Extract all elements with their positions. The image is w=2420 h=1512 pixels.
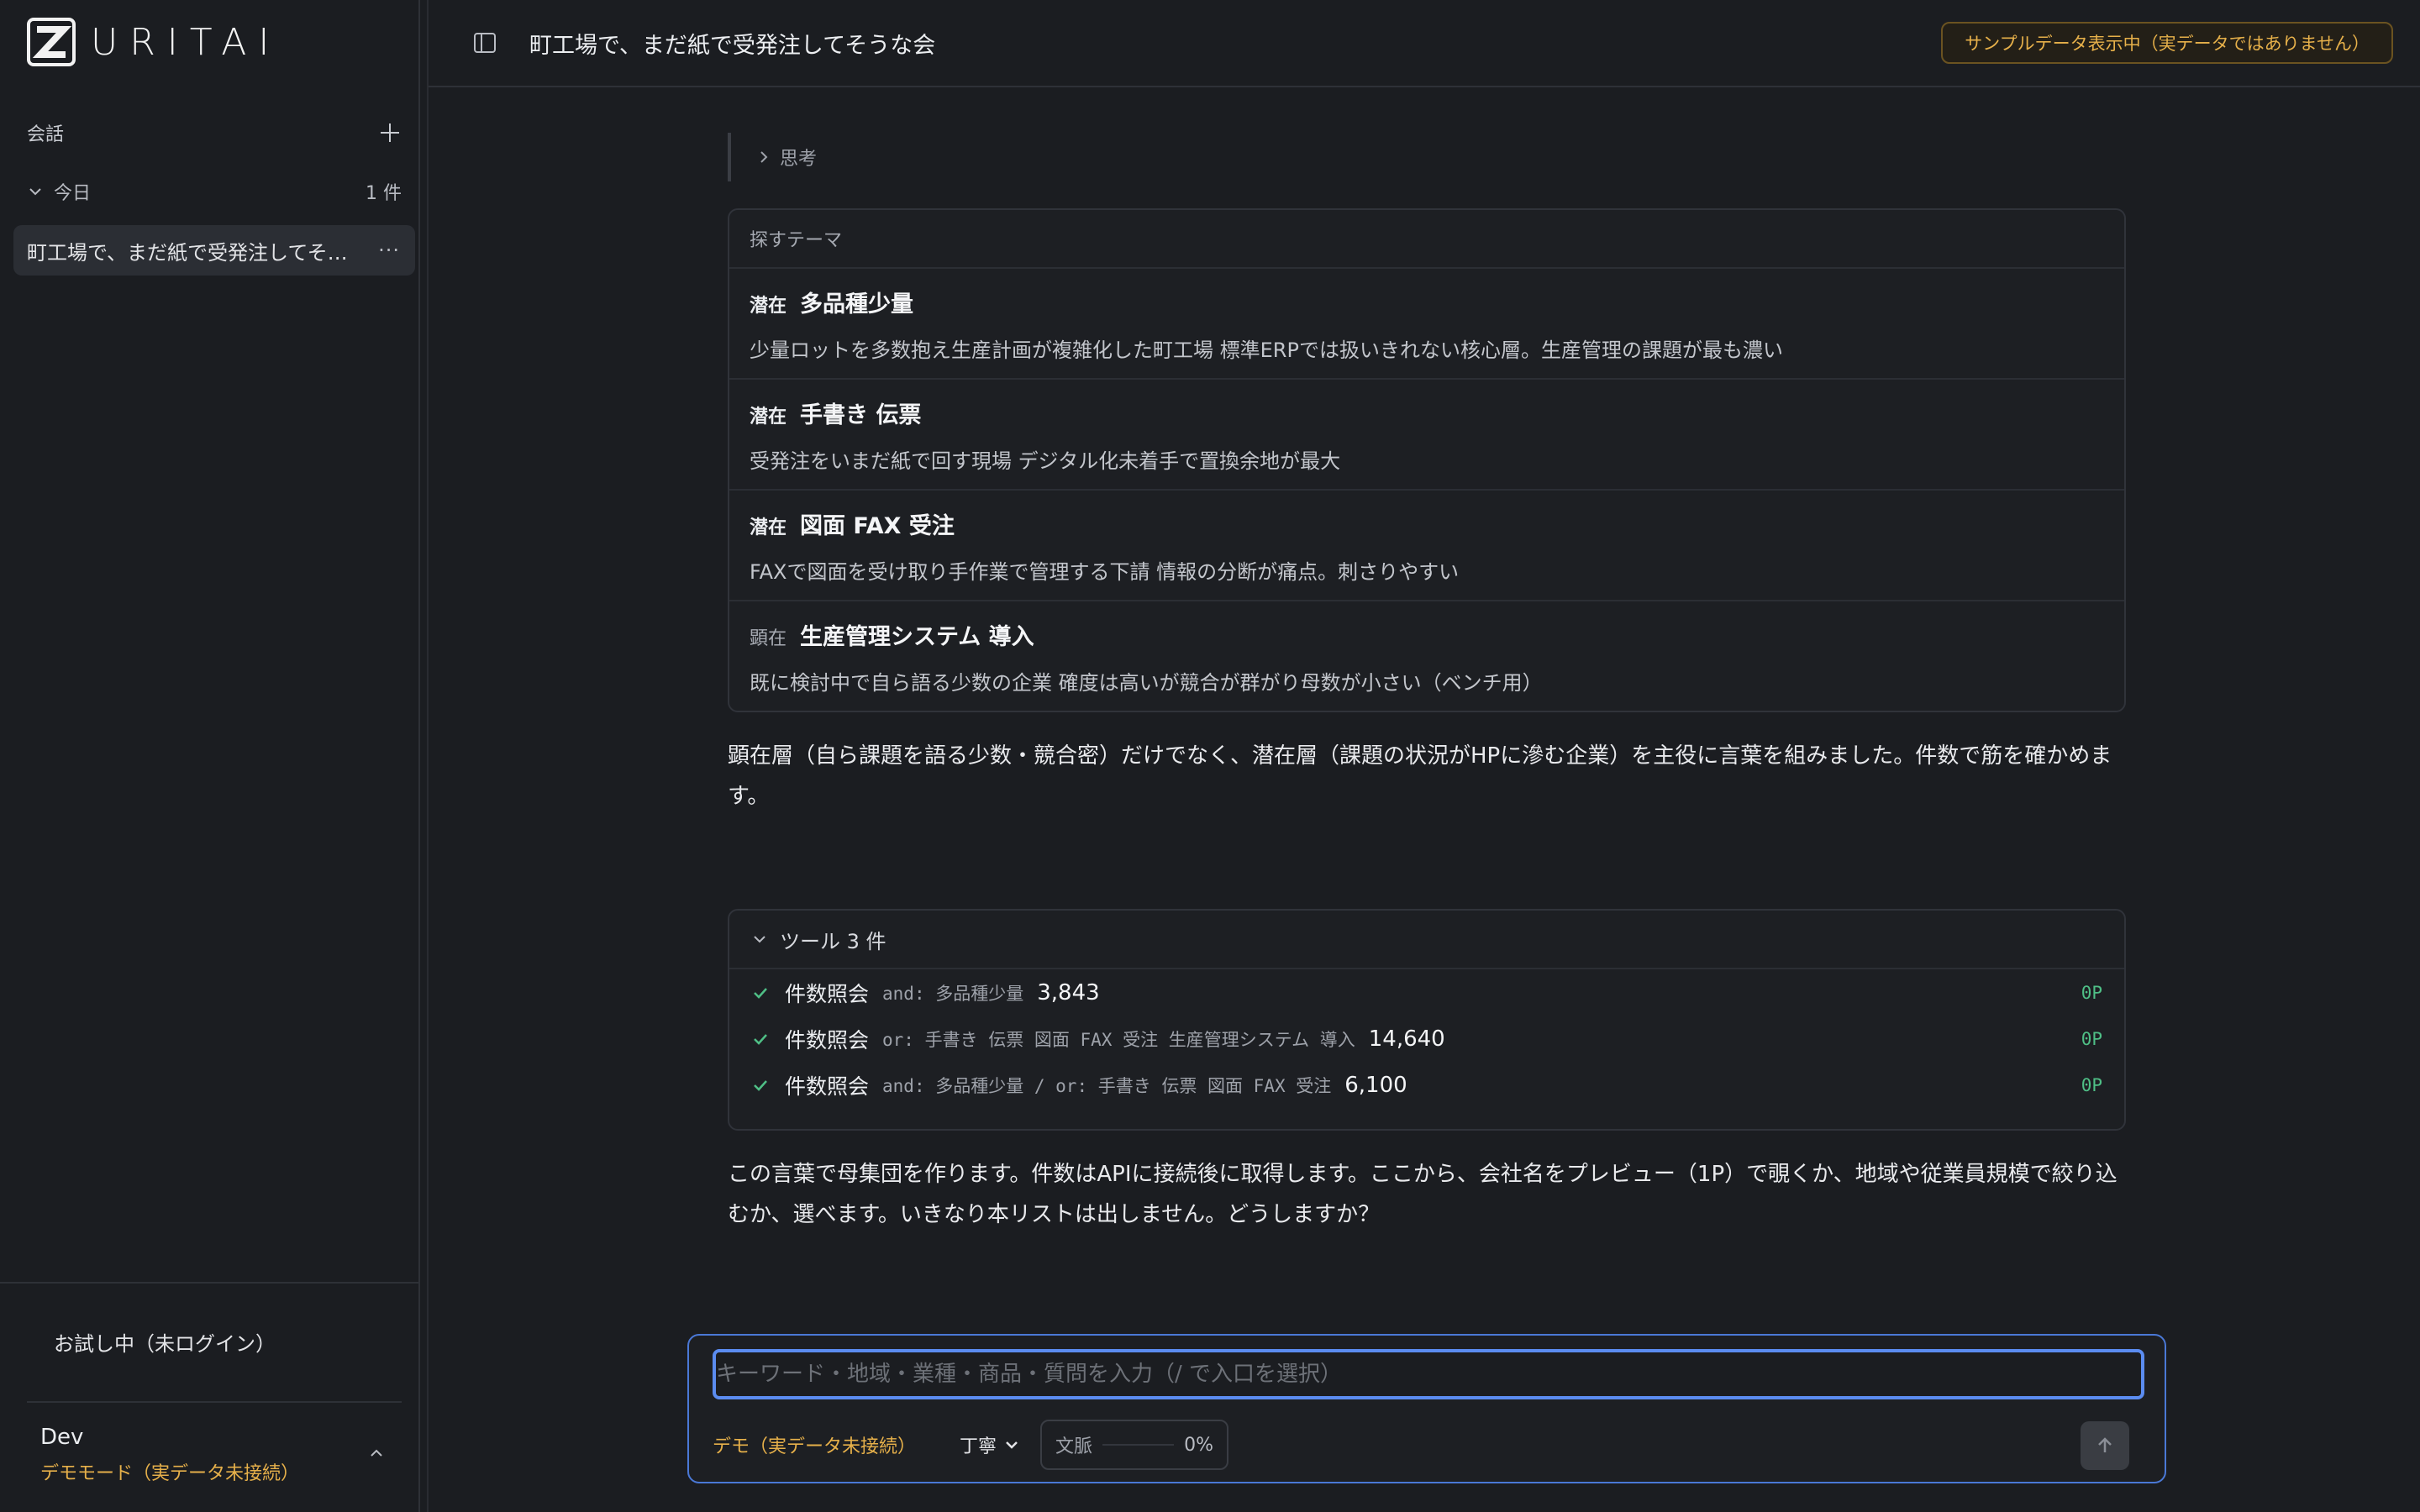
sample-data-badge: サンプルデータ表示中（実データではありません） [1941,22,2393,64]
tools-card: ツール 3 件 件数照会 and: 多品種少量 3,843 0P 件数照会 or… [728,909,2126,1131]
tool-pages: 0P [2081,1074,2102,1095]
tool-name: 件数照会 [785,1074,870,1099]
composer: デモ（実データ未接続） 丁寧 文脈 0% [687,1334,2166,1483]
theme-tag: 潜在 [750,517,787,538]
tool-query: and: 多品種少量 / or: 手書き 伝票 図面 FAX 受注 [882,1075,1332,1096]
theme-name: 多品種少量 [800,291,914,318]
divider [0,1282,420,1284]
themes-heading: 探すテーマ [729,210,2124,269]
send-button[interactable] [2081,1421,2129,1470]
tool-pages: 0P [2081,1028,2102,1049]
tool-name: 件数照会 [785,1027,870,1053]
user-mode: デモモード（実データ未接続） [40,1463,300,1484]
thinking-toggle[interactable]: 思考 [728,133,817,181]
theme-tag: 潜在 [750,296,787,317]
thinking-label: 思考 [780,149,818,170]
demo-mode-label: デモ（実データ未接続） [713,1436,917,1457]
tool-count: 3,843 [1037,979,1100,1005]
group-count: 1 件 [366,183,402,204]
page-title: 町工場で、まだ紙で受発注してそうな会 [529,33,936,59]
tool-call-row[interactable]: 件数照会 and: 多品種少量 3,843 0P [729,969,2124,1016]
brand-name: URITAI [91,20,281,64]
theme-name: 手書き 伝票 [800,402,922,428]
theme-item[interactable]: 潜在 多品種少量 少量ロットを多数抱え生産計画が複雑化した町工場 標準ERPでは… [729,269,2124,380]
themes-card: 探すテーマ 潜在 多品種少量 少量ロットを多数抱え生産計画が複雑化した町工場 標… [728,208,2126,712]
theme-desc: 受発注をいまだ紙で回す現場 デジタル化未着手で置換余地が最大 [750,449,1341,473]
chevron-down-icon [754,936,765,943]
tone-value: 丁寧 [960,1436,997,1457]
assistant-message: この言葉で母集団を作ります。件数はAPIに接続後に取得します。ここから、会社名を… [728,1162,2118,1227]
logo-mark-icon [27,18,76,66]
theme-name: 生産管理システム 導入 [800,624,1034,650]
sidebar-toggle-icon[interactable] [472,30,497,55]
tool-count: 14,640 [1368,1026,1445,1052]
sidebar: URITAI 会話 今日 1 件 町工場で、まだ紙で受発注してそうな会 ··· … [0,0,420,1512]
message-input[interactable] [716,1352,2141,1396]
conversations-header: 会話 [27,116,402,150]
brand-logo[interactable]: URITAI [27,17,281,67]
chevron-down-icon [1006,1441,1018,1449]
context-meter-track [1102,1444,1175,1446]
group-label: 今日 [54,183,92,204]
chevron-right-icon [760,151,768,163]
theme-tag: 顕在 [750,628,787,649]
context-label: 文脈 [1055,1436,1093,1457]
new-conversation-plus-icon[interactable] [378,121,402,144]
theme-item[interactable]: 潜在 図面 FAX 受注 FAXで図面を受け取り手作業で管理する下請 情報の分断… [729,491,2124,601]
context-percent: 0% [1184,1434,1213,1456]
context-meter: 文脈 0% [1040,1420,1228,1470]
theme-desc: 少量ロットを多数抱え生産計画が複雑化した町工場 標準ERPでは扱いきれない核心層… [750,339,1783,362]
check-icon [754,1033,767,1045]
trial-status[interactable]: お試し中（未ログイン） [54,1327,276,1357]
theme-tag: 潜在 [750,407,787,428]
tools-toggle[interactable]: ツール 3 件 [729,911,2124,969]
tool-query: or: 手書き 伝票 図面 FAX 受注 生産管理システム 導入 [882,1029,1355,1050]
tool-count: 6,100 [1344,1072,1407,1098]
chevron-down-icon [29,188,41,196]
chevron-up-icon[interactable] [366,1443,387,1463]
tool-pages: 0P [2081,982,2102,1003]
conversation-item[interactable]: 町工場で、まだ紙で受発注してそうな会 ··· [13,225,415,276]
tool-call-row[interactable]: 件数照会 or: 手書き 伝票 図面 FAX 受注 生産管理システム 導入 14… [729,1016,2124,1062]
sidebar-resize-handle[interactable] [422,0,429,1512]
theme-item[interactable]: 潜在 手書き 伝票 受発注をいまだ紙で回す現場 デジタル化未着手で置換余地が最大 [729,380,2124,491]
tools-heading: ツール 3 件 [780,929,886,953]
theme-desc: 既に検討中で自ら語る少数の企業 確度は高いが競合が群がり母数が小さい（ベンチ用） [750,671,1543,695]
tool-call-row[interactable]: 件数照会 and: 多品種少量 / or: 手書き 伝票 図面 FAX 受注 6… [729,1062,2124,1108]
more-options-icon[interactable]: ··· [378,239,400,262]
user-name[interactable]: Dev [40,1425,83,1450]
arrow-up-icon [2098,1437,2112,1452]
check-icon [754,987,767,999]
theme-item[interactable]: 顕在 生産管理システム 導入 既に検討中で自ら語る少数の企業 確度は高いが競合が… [729,601,2124,712]
conversations-label: 会話 [27,124,65,145]
conversation-title: 町工場で、まだ紙で受発注してそうな会 [27,240,363,265]
tone-select[interactable]: 丁寧 [960,1428,1020,1462]
tool-name: 件数照会 [785,981,870,1006]
top-bar: 町工場で、まだ紙で受発注してそうな会 サンプルデータ表示中（実データではありませ… [429,0,2420,87]
composer-input-wrap [713,1349,2144,1399]
divider [27,1401,402,1403]
theme-name: 図面 FAX 受注 [800,513,955,539]
theme-desc: FAXで図面を受け取り手作業で管理する下請 情報の分断が痛点。刺さりやすい [750,560,1460,584]
check-icon [754,1079,767,1091]
group-today[interactable]: 今日 1 件 [27,175,402,208]
tool-query: and: 多品種少量 [882,983,1024,1004]
assistant-message: 顕在層（自ら課題を語る少数・競合密）だけでなく、潜在層（課題の状況がHPに滲む企… [728,743,2112,809]
